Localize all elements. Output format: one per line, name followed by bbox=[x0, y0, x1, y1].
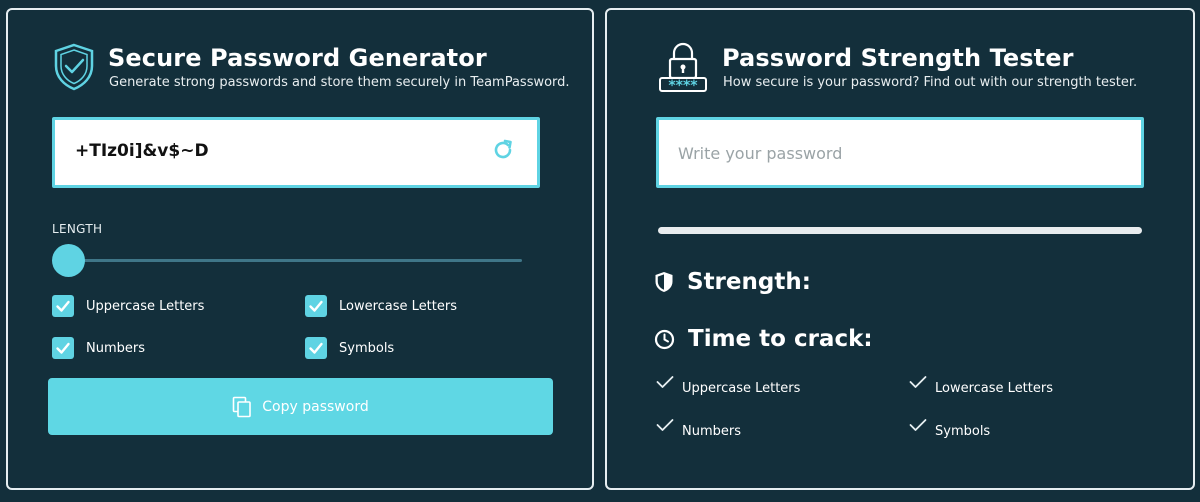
option-lowercase-label: Lowercase Letters bbox=[339, 298, 457, 314]
checkbox-numbers[interactable] bbox=[52, 337, 74, 359]
padlock-password-icon: **** bbox=[659, 42, 707, 94]
password-generator-panel: Secure Password Generator Generate stron… bbox=[6, 8, 594, 490]
strength-label: Strength: bbox=[687, 269, 811, 295]
check-icon bbox=[909, 376, 927, 388]
requirement-uppercase-label: Uppercase Letters bbox=[682, 381, 801, 396]
check-icon bbox=[656, 376, 674, 388]
generated-password[interactable]: +TIz0i]&v$~D bbox=[75, 141, 209, 161]
option-numbers[interactable]: Numbers bbox=[52, 337, 145, 359]
option-symbols[interactable]: Symbols bbox=[305, 337, 394, 359]
password-strength-panel: **** Password Strength Tester How secure… bbox=[605, 8, 1195, 490]
requirement-numbers-label: Numbers bbox=[682, 424, 741, 439]
generated-password-box[interactable]: +TIz0i]&v$~D bbox=[52, 117, 540, 188]
requirement-symbols-label: Symbols bbox=[935, 424, 991, 439]
time-to-crack-label: Time to crack: bbox=[688, 326, 873, 352]
strength-meter bbox=[658, 227, 1142, 234]
requirement-uppercase: Uppercase Letters bbox=[656, 375, 800, 396]
check-icon bbox=[656, 419, 674, 431]
option-uppercase[interactable]: Uppercase Letters bbox=[52, 295, 204, 317]
check-icon bbox=[309, 342, 323, 354]
checkbox-uppercase[interactable] bbox=[52, 295, 74, 317]
clock-icon bbox=[654, 329, 675, 349]
copy-password-button[interactable]: Copy password bbox=[48, 378, 553, 435]
requirement-lowercase-label: Lowercase Letters bbox=[935, 381, 1053, 396]
checkbox-symbols[interactable] bbox=[305, 337, 327, 359]
shield-icon bbox=[655, 272, 673, 292]
refresh-icon[interactable] bbox=[491, 138, 515, 162]
length-label: LENGTH bbox=[52, 222, 103, 236]
length-slider-thumb[interactable] bbox=[52, 244, 85, 277]
generator-subtitle: Generate strong passwords and store them… bbox=[109, 75, 570, 90]
lock-stars: **** bbox=[668, 78, 698, 94]
time-to-crack-row: Time to crack: bbox=[654, 326, 873, 352]
generator-title: Secure Password Generator bbox=[108, 44, 487, 72]
option-symbols-label: Symbols bbox=[339, 340, 395, 356]
length-slider-track[interactable] bbox=[68, 259, 522, 262]
password-input-box[interactable] bbox=[656, 117, 1144, 188]
option-lowercase[interactable]: Lowercase Letters bbox=[305, 295, 457, 317]
password-input[interactable] bbox=[676, 120, 1140, 187]
shield-check-icon bbox=[54, 43, 94, 91]
copy-icon bbox=[232, 396, 252, 417]
tester-subtitle: How secure is your password? Find out wi… bbox=[723, 75, 1138, 90]
requirement-symbols: Symbols bbox=[909, 418, 990, 439]
check-icon bbox=[56, 342, 70, 354]
option-uppercase-label: Uppercase Letters bbox=[86, 298, 205, 314]
check-icon bbox=[309, 300, 323, 312]
check-icon bbox=[56, 300, 70, 312]
checkbox-lowercase[interactable] bbox=[305, 295, 327, 317]
tester-title: Password Strength Tester bbox=[722, 44, 1074, 72]
check-icon bbox=[909, 419, 927, 431]
requirement-numbers: Numbers bbox=[656, 418, 741, 439]
option-numbers-label: Numbers bbox=[86, 340, 145, 356]
strength-row: Strength: bbox=[654, 269, 811, 295]
copy-password-label: Copy password bbox=[262, 398, 369, 415]
requirement-lowercase: Lowercase Letters bbox=[909, 375, 1053, 396]
